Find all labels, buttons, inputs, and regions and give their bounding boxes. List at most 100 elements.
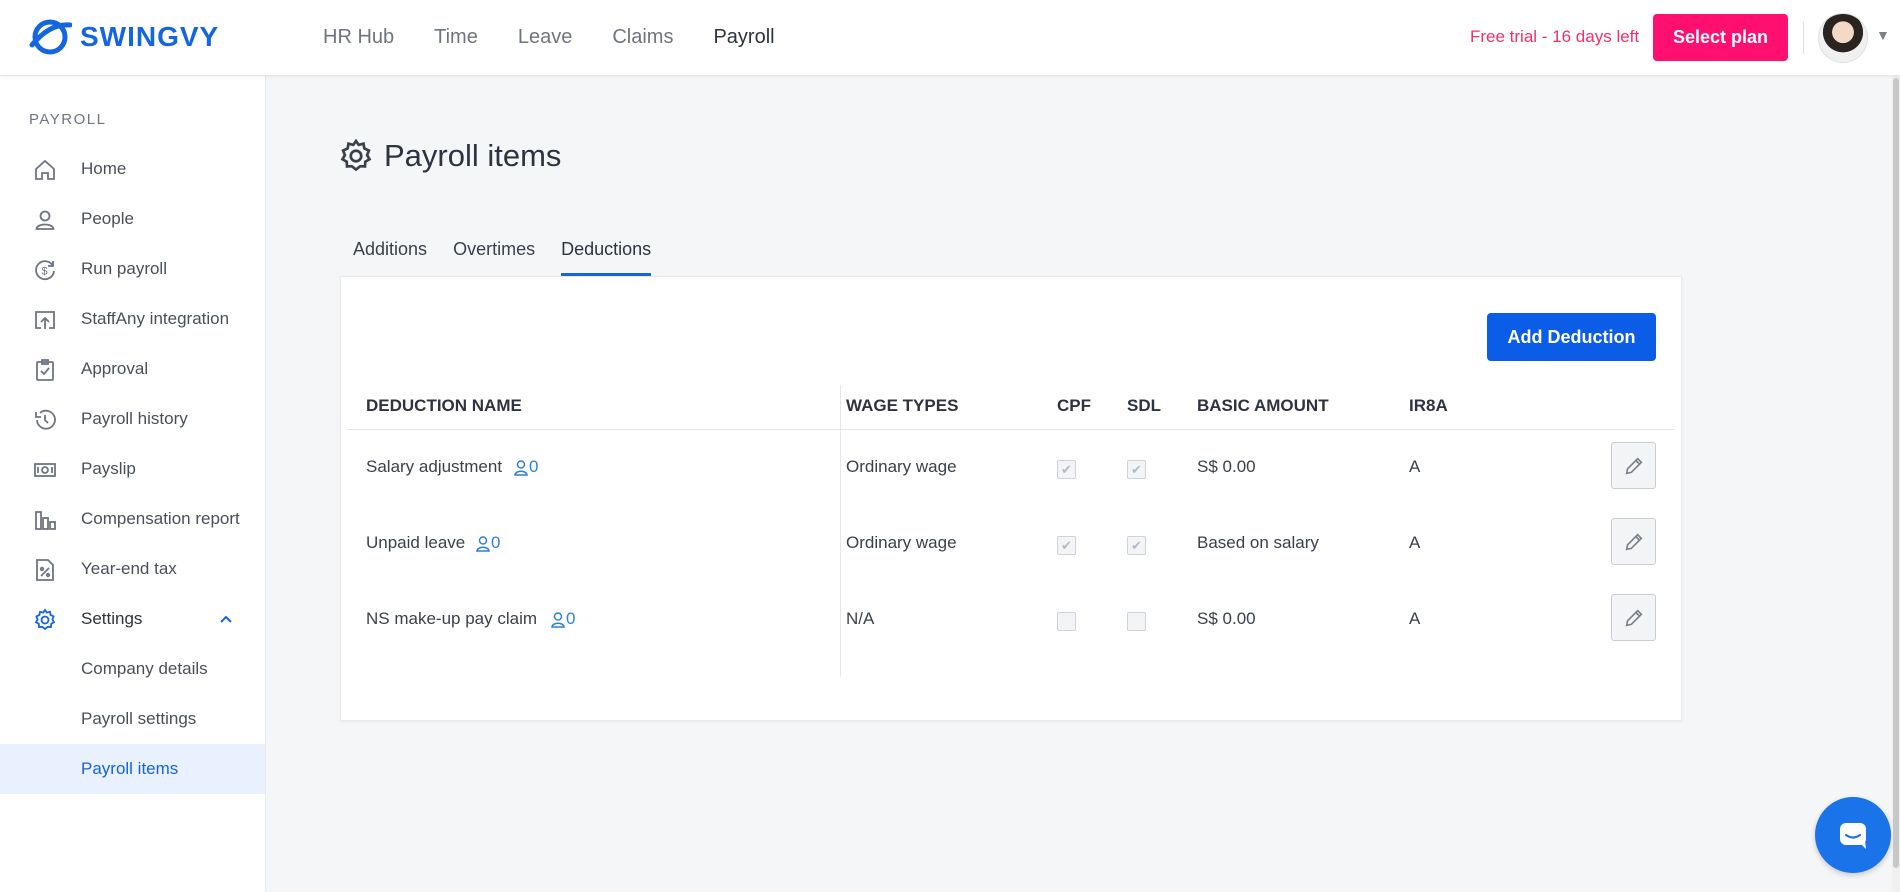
topnav-payroll[interactable]: Payroll (713, 26, 774, 49)
sidebar-item-compensation-report[interactable]: Compensation report (0, 494, 265, 544)
page-title: Payroll items (384, 138, 562, 173)
topnav-claims[interactable]: Claims (612, 26, 673, 49)
topnav-hr-hub[interactable]: HR Hub (323, 26, 394, 49)
dollar-cycle-icon: $ (35, 260, 55, 281)
sidebar-item-label: Home (81, 159, 127, 178)
deduction-name: Salary adjustment (366, 457, 503, 476)
sidebar-item-people[interactable]: People (0, 194, 265, 244)
history-icon (35, 409, 56, 430)
sidebar-item-label: People (81, 209, 134, 228)
swingvy-logo-icon (29, 19, 72, 55)
bar-chart-icon (35, 511, 56, 530)
deduction-name: Unpaid leave (366, 533, 466, 552)
scrollbar-thumb[interactable] (1893, 78, 1899, 868)
sdl-checkbox (1127, 612, 1146, 631)
column-header-wage-types: WAGE TYPES (846, 396, 959, 415)
pencil-icon (1625, 456, 1643, 474)
basic-amount: S$ 0.00 (1197, 609, 1256, 628)
chevron-down-icon[interactable]: ▼ (1876, 27, 1890, 43)
sidebar-item-label: Company details (81, 659, 208, 678)
sidebar-item-year-end-tax[interactable]: Year-end tax (0, 544, 265, 594)
edit-button[interactable] (1611, 518, 1656, 565)
sidebar-item-label: Compensation report (81, 509, 240, 528)
topnav-time[interactable]: Time (434, 26, 478, 49)
sidebar-item-label: Approval (81, 359, 149, 378)
sidebar-item-approval[interactable]: Approval (0, 344, 265, 394)
column-header-ir8a: IR8A (1409, 396, 1448, 415)
money-icon (34, 463, 56, 477)
person-icon (551, 611, 565, 628)
column-header-cpf: CPF (1057, 396, 1091, 415)
select-plan-button[interactable]: Select plan (1653, 14, 1788, 61)
person-icon (476, 535, 490, 552)
sidebar-item-run-payroll[interactable]: $ Run payroll (0, 244, 265, 294)
cpf-checkbox: ✔ (1057, 536, 1076, 555)
header-divider (1803, 22, 1804, 54)
logo[interactable]: SWINGVY (28, 15, 219, 59)
avatar[interactable] (1818, 13, 1868, 63)
sidebar-item-label: Payroll items (81, 759, 179, 778)
pencil-icon (1625, 608, 1643, 626)
sidebar-subitem-company-details[interactable]: Company details (0, 644, 265, 694)
sidebar-item-label: StaffAny integration (81, 309, 230, 328)
assigned-count[interactable]: 0 (513, 457, 538, 477)
ir8a-value: A (1409, 457, 1421, 476)
percent-icon (36, 559, 54, 581)
sidebar-item-label: Run payroll (81, 259, 167, 278)
upload-icon (35, 311, 55, 329)
chat-bubble-icon (1840, 823, 1866, 849)
tab-additions[interactable]: Additions (340, 238, 440, 276)
ir8a-value: A (1409, 609, 1421, 628)
assigned-count[interactable]: 0 (475, 533, 500, 553)
chat-button[interactable] (1815, 797, 1891, 873)
brand-name: SWINGVY (80, 21, 220, 52)
deduction-name: NS make-up pay claim (366, 609, 538, 628)
gear-icon (340, 138, 372, 172)
chevron-up-icon[interactable] (218, 611, 234, 627)
table-header-divider (347, 429, 1675, 430)
wage-type: N/A (846, 609, 875, 628)
payroll-item-tabs: Additions Overtimes Deductions (340, 238, 664, 276)
tab-deductions[interactable]: Deductions (548, 238, 664, 276)
sidebar-item-payslip[interactable]: Payslip (0, 444, 265, 494)
sidebar-item-payroll-history[interactable]: Payroll history (0, 394, 265, 444)
column-header-deduction-name: DEDUCTION NAME (366, 396, 522, 415)
assigned-count[interactable]: 0 (550, 609, 575, 629)
cpf-checkbox (1057, 612, 1076, 631)
column-divider (840, 385, 841, 677)
sidebar-heading: PAYROLL (29, 111, 107, 128)
clipboard-check-icon (36, 359, 54, 381)
assigned-count-value: 0 (566, 609, 576, 628)
assigned-count-value: 0 (491, 533, 501, 552)
sidebar-item-staffany-integration[interactable]: StaffAny integration (0, 294, 265, 344)
sidebar-item-label: Payroll settings (81, 709, 197, 728)
gear-icon (34, 608, 56, 631)
top-nav: HR Hub Time Leave Claims Payroll (323, 0, 815, 75)
topnav-leave[interactable]: Leave (518, 26, 573, 49)
sidebar-item-settings[interactable]: Settings (0, 594, 265, 644)
sidebar: PAYROLL Home People $ Run payroll StaffA… (0, 76, 266, 892)
home-icon (35, 159, 55, 180)
top-bar: SWINGVY HR Hub Time Leave Claims Payroll… (0, 0, 1900, 76)
person-icon (514, 459, 528, 476)
sidebar-item-label: Year-end tax (81, 559, 177, 578)
page-header: Payroll items (338, 138, 561, 174)
pencil-icon (1625, 532, 1643, 550)
svg-text:$: $ (42, 266, 48, 278)
wage-type: Ordinary wage (846, 457, 957, 476)
tab-overtimes[interactable]: Overtimes (440, 238, 548, 276)
sidebar-subitem-payroll-items[interactable]: Payroll items (0, 744, 265, 794)
column-header-basic-amount: BASIC AMOUNT (1197, 396, 1329, 415)
sidebar-item-label: Settings (81, 609, 143, 628)
sidebar-item-label: Payslip (81, 459, 136, 478)
edit-button[interactable] (1611, 594, 1656, 641)
basic-amount: S$ 0.00 (1197, 457, 1256, 476)
column-header-sdl: SDL (1127, 396, 1161, 415)
basic-amount: Based on salary (1197, 533, 1319, 552)
assigned-count-value: 0 (529, 457, 539, 476)
edit-button[interactable] (1611, 442, 1656, 489)
sdl-checkbox: ✔ (1127, 536, 1146, 555)
sidebar-subitem-payroll-settings[interactable]: Payroll settings (0, 694, 265, 744)
add-deduction-button[interactable]: Add Deduction (1487, 313, 1656, 361)
sidebar-item-home[interactable]: Home (0, 144, 265, 194)
